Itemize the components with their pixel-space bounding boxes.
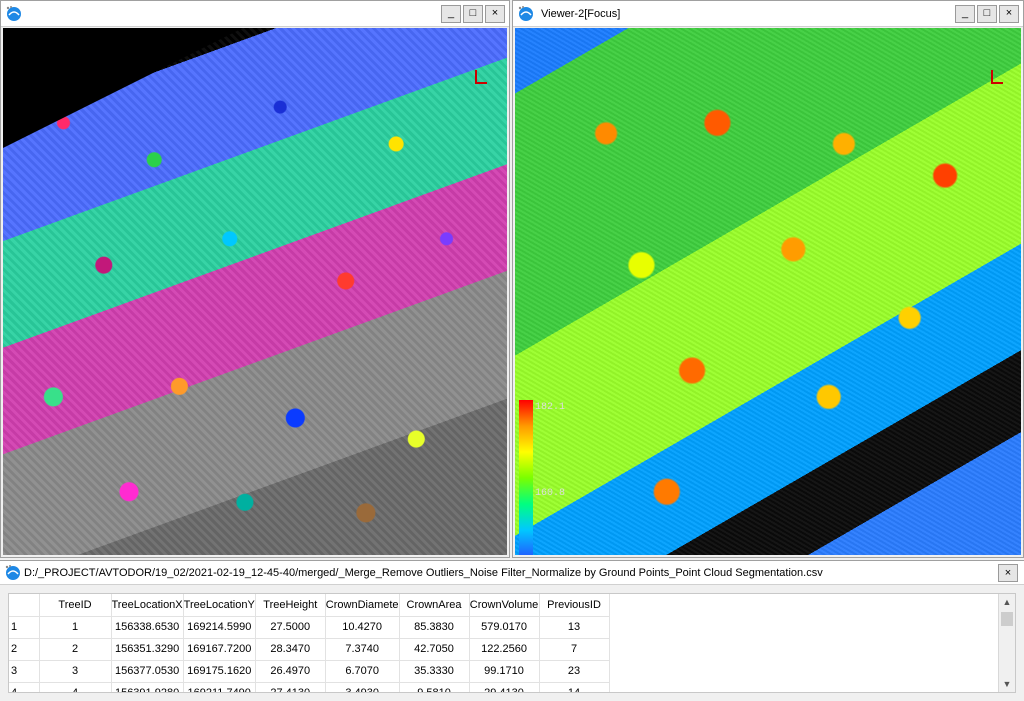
point-cloud-height-view[interactable]: 182.1 160.8: [515, 28, 1021, 555]
cell-treelocationx[interactable]: 156338.6530: [111, 616, 184, 639]
cell-treelocationy[interactable]: 169211.7490: [183, 682, 256, 692]
cell-treelocationy[interactable]: 169175.1620: [183, 660, 256, 683]
minimize-button[interactable]: _: [955, 4, 975, 23]
cell-treelocationx[interactable]: 156391.9280: [111, 682, 184, 692]
table-row[interactable]: 1 1 156338.6530 169214.5990 27.5000 10.4…: [9, 616, 610, 639]
maximize-button[interactable]: □: [463, 4, 483, 23]
scroll-thumb[interactable]: [1001, 612, 1013, 626]
cell-treeid[interactable]: 3: [39, 660, 112, 683]
cell-crowndiameter[interactable]: 6.7070: [325, 660, 400, 683]
empty-space: [3, 28, 243, 148]
axis-gizmo-icon: [983, 68, 1005, 90]
cell-treeheight[interactable]: 27.5000: [255, 616, 326, 639]
corner-header: [9, 594, 40, 617]
row-number[interactable]: 1: [9, 616, 40, 639]
maximize-button[interactable]: □: [977, 4, 997, 23]
row-number[interactable]: 4: [9, 682, 40, 692]
cell-crownvolume[interactable]: 579.0170: [469, 616, 540, 639]
cell-crowndiameter[interactable]: 7.3740: [325, 638, 400, 661]
cell-previousid[interactable]: 14: [539, 682, 610, 692]
column-header-crownarea[interactable]: CrownArea: [399, 594, 470, 617]
cell-previousid[interactable]: 7: [539, 638, 610, 661]
column-header-crowndiameter[interactable]: CrownDiamete: [325, 594, 400, 617]
height-colorbar: [519, 400, 533, 555]
viewer-2-titlebar[interactable]: Viewer-2[Focus] _ □ ×: [513, 1, 1023, 27]
cell-crownvolume[interactable]: 122.2560: [469, 638, 540, 661]
scroll-up-icon[interactable]: ▲: [999, 594, 1015, 610]
row-number[interactable]: 2: [9, 638, 40, 661]
cell-treeid[interactable]: 4: [39, 682, 112, 692]
column-header-crownvolume[interactable]: CrownVolume: [469, 594, 540, 617]
cell-treeid[interactable]: 2: [39, 638, 112, 661]
cell-previousid[interactable]: 13: [539, 616, 610, 639]
close-button[interactable]: ×: [485, 4, 505, 23]
viewer-1-window[interactable]: _ □ ×: [0, 0, 510, 558]
table-row[interactable]: 4 4 156391.9280 169211.7490 27.4130 3.49…: [9, 682, 610, 692]
cell-treeid[interactable]: 1: [39, 616, 112, 639]
viewer-1-titlebar[interactable]: _ □ ×: [1, 1, 509, 27]
cell-crownarea[interactable]: 35.3330: [399, 660, 470, 683]
table-panel-titlebar: D:/_PROJECT/AVTODOR/19_02/2021-02-19_12-…: [0, 561, 1024, 585]
cell-treelocationx[interactable]: 156351.3290: [111, 638, 184, 661]
cell-treelocationx[interactable]: 156377.0530: [111, 660, 184, 683]
cell-previousid[interactable]: 23: [539, 660, 610, 683]
cell-crowndiameter[interactable]: 3.4930: [325, 682, 400, 692]
cell-treeheight[interactable]: 28.3470: [255, 638, 326, 661]
viewer-2-title: Viewer-2[Focus]: [541, 7, 621, 20]
cell-crownvolume[interactable]: 29.4130: [469, 682, 540, 692]
column-header-treelocationx[interactable]: TreeLocationX: [111, 594, 184, 617]
table-header-row: TreeID TreeLocationX TreeLocationY TreeH…: [9, 594, 610, 617]
cell-treeheight[interactable]: 27.4130: [255, 682, 326, 692]
cell-crownarea[interactable]: 9.5810: [399, 682, 470, 692]
cell-crowndiameter[interactable]: 10.4270: [325, 616, 400, 639]
column-header-treeheight[interactable]: TreeHeight: [255, 594, 326, 617]
cell-crownarea[interactable]: 42.7050: [399, 638, 470, 661]
table-file-path: D:/_PROJECT/AVTODOR/19_02/2021-02-19_12-…: [24, 566, 823, 579]
close-table-button[interactable]: ×: [998, 563, 1018, 582]
app-logo-icon: [4, 564, 22, 582]
cell-treelocationy[interactable]: 169214.5990: [183, 616, 256, 639]
viewer-2-window[interactable]: Viewer-2[Focus] _ □ × 182.1 160.8: [512, 0, 1024, 558]
cell-treelocationy[interactable]: 169167.7200: [183, 638, 256, 661]
table-row[interactable]: 2 2 156351.3290 169167.7200 28.3470 7.37…: [9, 638, 610, 661]
cell-crownarea[interactable]: 85.3830: [399, 616, 470, 639]
table-vertical-scrollbar[interactable]: ▲ ▼: [998, 594, 1015, 692]
column-header-previousid[interactable]: PreviousID: [539, 594, 610, 617]
close-button[interactable]: ×: [999, 4, 1019, 23]
column-header-treelocationy[interactable]: TreeLocationY: [183, 594, 256, 617]
cell-treeheight[interactable]: 26.4970: [255, 660, 326, 683]
cell-crownvolume[interactable]: 99.1710: [469, 660, 540, 683]
minimize-button[interactable]: _: [441, 4, 461, 23]
table-row[interactable]: 3 3 156377.0530 169175.1620 26.4970 6.70…: [9, 660, 610, 683]
tree-table[interactable]: TreeID TreeLocationX TreeLocationY TreeH…: [8, 593, 1016, 693]
app-logo-icon: [5, 5, 23, 23]
colorbar-max-label: 182.1: [535, 402, 566, 413]
csv-table-panel[interactable]: D:/_PROJECT/AVTODOR/19_02/2021-02-19_12-…: [0, 560, 1024, 701]
column-header-treeid[interactable]: TreeID: [39, 594, 112, 617]
point-cloud-segmentation-view[interactable]: [3, 28, 507, 555]
axis-gizmo-icon: [465, 68, 487, 90]
scroll-down-icon[interactable]: ▼: [999, 676, 1015, 692]
colorbar-min-label: 160.8: [535, 488, 566, 499]
app-logo-icon: [517, 5, 535, 23]
row-number[interactable]: 3: [9, 660, 40, 683]
